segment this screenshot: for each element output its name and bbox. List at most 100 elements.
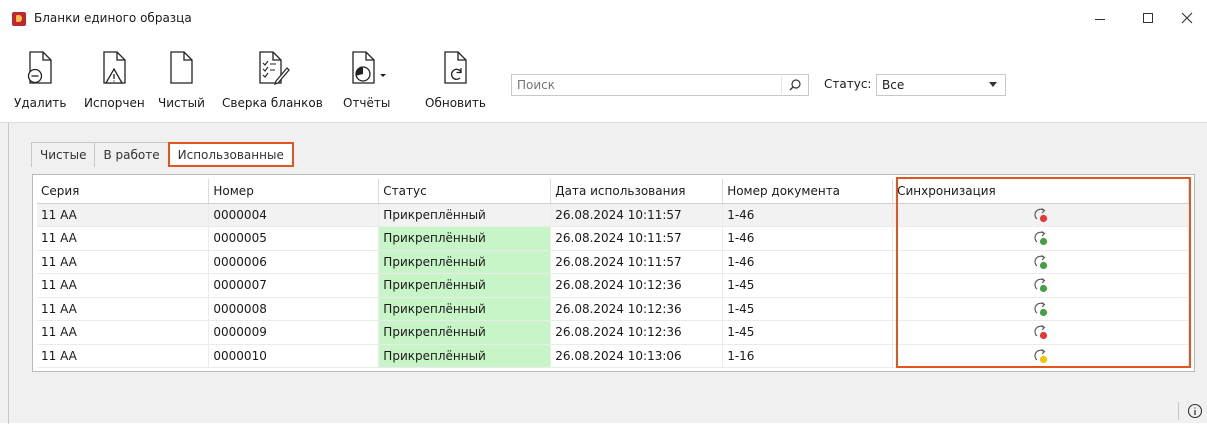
sync-status-icon [1034,301,1047,316]
cell-date: 26.08.2024 10:13:06 [550,344,724,368]
close-icon [1181,12,1193,24]
cell-sync [892,344,1189,368]
status-filter-label: Статус: [824,77,872,91]
chevron-down-icon [989,82,997,87]
cell-date: 26.08.2024 10:11:57 [550,226,724,251]
table-header-row: Серия Номер Статус Дата использования Но… [37,179,1189,204]
search-icon[interactable] [788,78,802,92]
cell-date: 26.08.2024 10:12:36 [550,320,724,345]
sync-status-icon [1034,278,1047,293]
reports-label: Отчёты [343,96,391,110]
refresh-button[interactable]: Обновить [425,50,486,110]
minimize-button[interactable] [1077,0,1123,36]
reports-button[interactable]: Отчёты [343,50,390,110]
delete-button[interactable]: Удалить [14,50,67,110]
status-filter-select[interactable]: Все [876,74,1006,96]
table-row[interactable]: 11 AA 0000004 Прикреплённый 26.08.2024 10:1… [37,203,1189,227]
cell-series: 11 AA [37,297,210,321]
blank-label: Чистый [158,96,205,110]
column-header-status[interactable]: Статус [378,179,552,204]
cell-sync [892,273,1189,298]
cell-status: Прикреплённый [378,320,552,345]
tab-in-work[interactable]: В работе [94,142,169,167]
cell-series: 11 AA [37,344,210,368]
reconcile-button[interactable]: Сверка бланков [222,50,323,110]
column-header-series[interactable]: Серия [37,179,210,204]
statusbar-divider [1178,402,1179,420]
spoiled-button[interactable]: Испорчен [84,50,145,110]
column-header-sync[interactable]: Синхронизация [892,179,1189,204]
refresh-label: Обновить [425,96,486,110]
blank-button[interactable]: Чистый [158,50,205,110]
delete-label: Удалить [14,96,67,110]
column-header-date[interactable]: Дата использования [550,179,724,204]
cell-series: 11 AA [37,250,210,274]
app-window: Бланки единого образца Удалить Испорчен … [0,0,1207,424]
reconcile-label: Сверка бланков [222,96,323,110]
tab-blank[interactable]: Чистые [31,142,96,167]
info-icon[interactable] [1187,403,1203,419]
cell-date: 26.08.2024 10:11:57 [550,203,724,227]
cell-number: 0000008 [208,297,380,321]
sync-status-icon [1034,254,1047,269]
table-row[interactable]: 11 AA 0000005 Прикреплённый 26.08.2024 10:1… [37,226,1189,251]
cell-status: Прикреплённый [378,273,552,298]
search-box[interactable] [511,74,809,96]
search-input[interactable] [512,75,772,95]
warning-document-icon [103,51,126,84]
cell-series: 11 AA [37,226,210,251]
sync-status-icon [1034,207,1047,222]
left-divider [8,123,9,424]
cell-number: 0000006 [208,250,380,274]
refresh-document-icon [444,51,468,84]
checklist-document-icon [259,51,291,85]
table-row[interactable]: 11 AA 0000008 Прикреплённый 26.08.2024 10:1… [37,297,1189,321]
cell-doc-number: 1-46 [722,203,894,227]
cell-date: 26.08.2024 10:11:57 [550,250,724,274]
close-button[interactable] [1164,0,1207,36]
table-row[interactable]: 11 AA 0000007 Прикреплённый 26.08.2024 10:1… [37,273,1189,298]
cell-doc-number: 1-46 [722,226,894,251]
cell-series: 11 AA [37,320,210,345]
cell-doc-number: 1-16 [722,344,894,368]
cell-number: 0000010 [208,344,380,368]
maximize-icon [1143,13,1153,23]
tab-bar: Чистые В работе Использованные [31,142,294,167]
window-title: Бланки единого образца [34,11,192,25]
cell-series: 11 AA [37,273,210,298]
status-filter-value: Все [882,78,905,92]
table-row[interactable]: 11 AA 0000006 Прикреплённый 26.08.2024 10:1… [37,250,1189,274]
tab-used[interactable]: Использованные [167,142,294,167]
cell-number: 0000009 [208,320,380,345]
cell-sync [892,250,1189,274]
table-row[interactable]: 11 AA 0000010 Прикреплённый 26.08.2024 10:1… [37,344,1189,368]
cell-doc-number: 1-46 [722,250,894,274]
app-logo-icon [12,12,26,26]
cell-date: 26.08.2024 10:12:36 [550,297,724,321]
sync-status-icon [1034,348,1047,363]
cell-status: Прикреплённый [378,250,552,274]
cell-doc-number: 1-45 [722,320,894,345]
cell-status: Прикреплённый [378,203,552,227]
cell-date: 26.08.2024 10:12:36 [550,273,724,298]
cell-status: Прикреплённый [378,297,552,321]
cell-doc-number: 1-45 [722,297,894,321]
cell-doc-number: 1-45 [722,273,894,298]
column-header-doc-number[interactable]: Номер документа [722,179,894,204]
spoiled-label: Испорчен [84,96,145,110]
cell-sync [892,203,1189,227]
cell-number: 0000004 [208,203,380,227]
cell-status: Прикреплённый [378,226,552,251]
cell-number: 0000005 [208,226,380,251]
search-divider [781,77,782,93]
blank-document-icon [170,51,194,84]
cell-sync [892,297,1189,321]
column-header-number[interactable]: Номер [208,179,380,204]
title-bar: Бланки единого образца [0,0,1207,36]
delete-document-icon [28,51,52,84]
report-document-icon [352,51,386,84]
sync-status-icon [1034,231,1047,246]
forms-table: Серия Номер Статус Дата использования Но… [37,179,1189,368]
table-row[interactable]: 11 AA 0000009 Прикреплённый 26.08.2024 10:1… [37,320,1189,345]
cell-sync [892,226,1189,251]
